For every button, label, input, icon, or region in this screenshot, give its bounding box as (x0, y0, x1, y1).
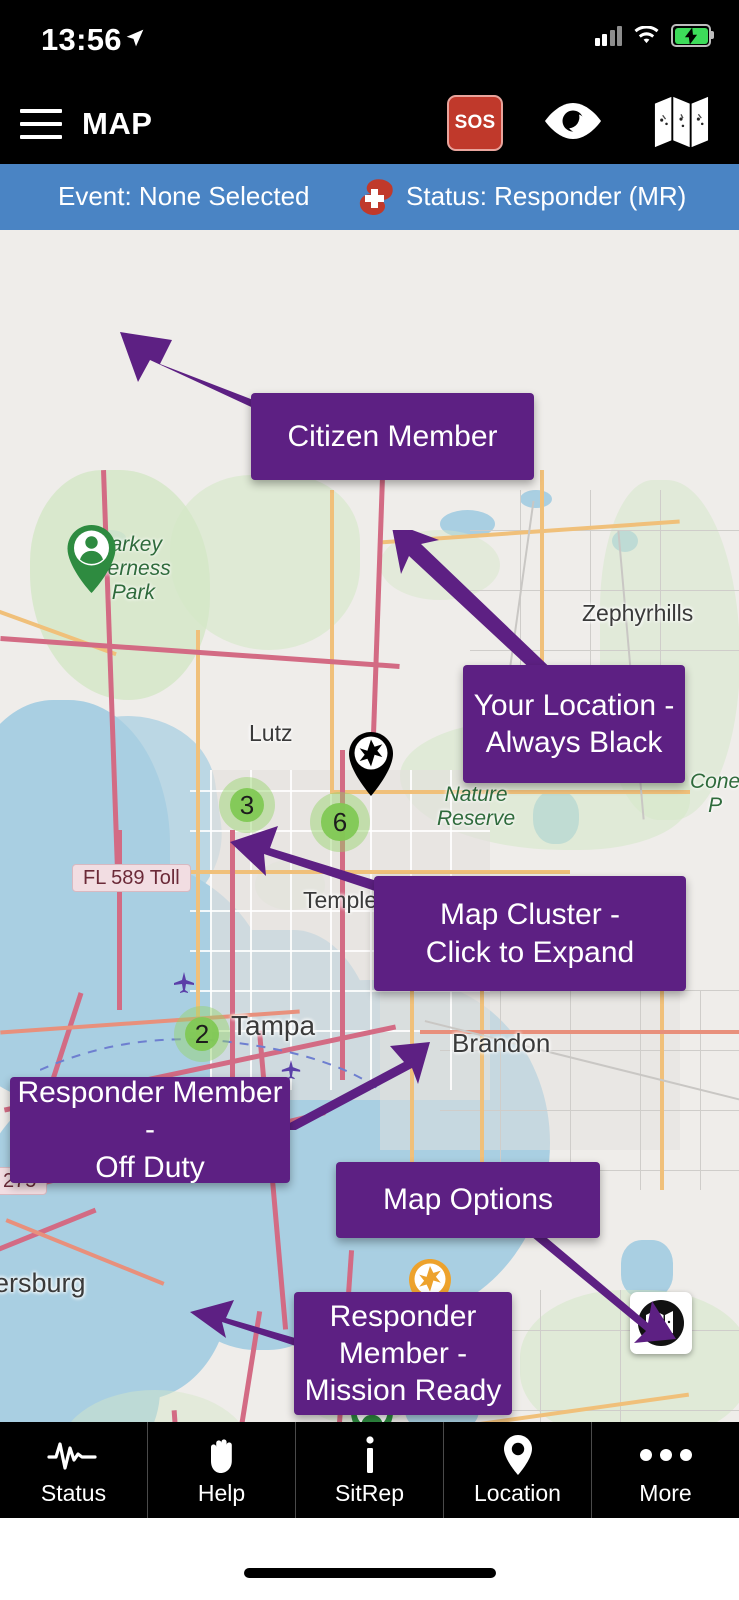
tab-label: Help (197, 1479, 246, 1506)
app-header-bar: MAP (0, 84, 739, 164)
tab-label: SitRep (334, 1479, 405, 1506)
hurricane-red-cross-icon (359, 179, 393, 216)
status-label[interactable]: Status: Responder (MR) (406, 181, 686, 212)
callout-citizen-member: Citizen Member (251, 393, 534, 480)
road-shield: FL 589 Toll (72, 864, 191, 893)
cluster-count: 3 (239, 789, 255, 820)
tab-label: Location (474, 1479, 561, 1506)
sos-button[interactable]: SOS (447, 95, 503, 151)
map-cluster[interactable]: 2 (174, 1006, 230, 1062)
heartbeat-waveform-icon (46, 1434, 101, 1476)
callout-responder-mission-ready: Responder Member - Mission Ready (294, 1292, 512, 1415)
tab-more[interactable]: More (591, 1422, 739, 1518)
callout-responder-off-duty: Responder Member - Off Duty (10, 1076, 290, 1184)
map-cluster[interactable]: 3 (219, 777, 275, 833)
status-bar-indicators (594, 24, 714, 47)
map-options-button[interactable] (630, 1292, 692, 1354)
map-pin-icon (502, 1434, 534, 1476)
cluster-count: 2 (194, 1018, 210, 1049)
citizen-member-pin[interactable] (63, 523, 120, 595)
tab-help[interactable]: Help (147, 1422, 295, 1518)
bottom-tab-bar: Status Help SitRep Location More (0, 1422, 739, 1518)
callout-your-location: Your Location - Always Black (463, 665, 685, 783)
status-bar-time: 13:56 (41, 22, 122, 57)
tab-status[interactable]: Status (0, 1422, 147, 1518)
callout-map-cluster: Map Cluster - Click to Expand (374, 876, 686, 991)
phone-screen: 13:56 MAP SOS Event: None Selected Statu… (0, 0, 739, 1600)
cellular-signal-icon (594, 25, 622, 46)
map-cluster[interactable]: 6 (310, 792, 370, 852)
park-label: Cone P (690, 770, 739, 818)
park-label: Nature Reserve (437, 783, 516, 831)
callout-map-options: Map Options (336, 1162, 600, 1238)
folded-map-icon[interactable] (652, 94, 710, 150)
ellipsis-icon (639, 1434, 693, 1476)
hamburger-menu-icon[interactable] (20, 108, 62, 140)
raised-hand-icon (204, 1434, 240, 1476)
tab-sitrep[interactable]: SitRep (295, 1422, 443, 1518)
battery-charging-icon (671, 24, 714, 47)
system-status-bar: 13:56 (0, 0, 739, 84)
location-arrow-icon (126, 29, 144, 47)
event-label[interactable]: Event: None Selected (58, 181, 310, 212)
folded-map-icon (638, 1300, 684, 1346)
home-indicator-area (0, 1518, 739, 1600)
tab-label: More (639, 1479, 692, 1506)
place-label: Lutz (249, 720, 293, 746)
place-label: Zephyrhills (582, 600, 694, 626)
place-label: ersburg (0, 1268, 86, 1298)
your-location-pin[interactable] (344, 730, 398, 800)
home-indicator[interactable] (243, 1568, 496, 1578)
tab-location[interactable]: Location (443, 1422, 591, 1518)
eye-visibility-icon[interactable] (541, 100, 605, 142)
page-title: MAP (82, 106, 153, 141)
wifi-icon (634, 25, 659, 43)
place-label: Tampa (231, 1010, 316, 1041)
cluster-count: 6 (332, 806, 348, 837)
info-icon (361, 1434, 379, 1476)
airport-icon (174, 972, 194, 993)
place-label: Brandon (452, 1028, 551, 1058)
tab-label: Status (40, 1479, 107, 1506)
